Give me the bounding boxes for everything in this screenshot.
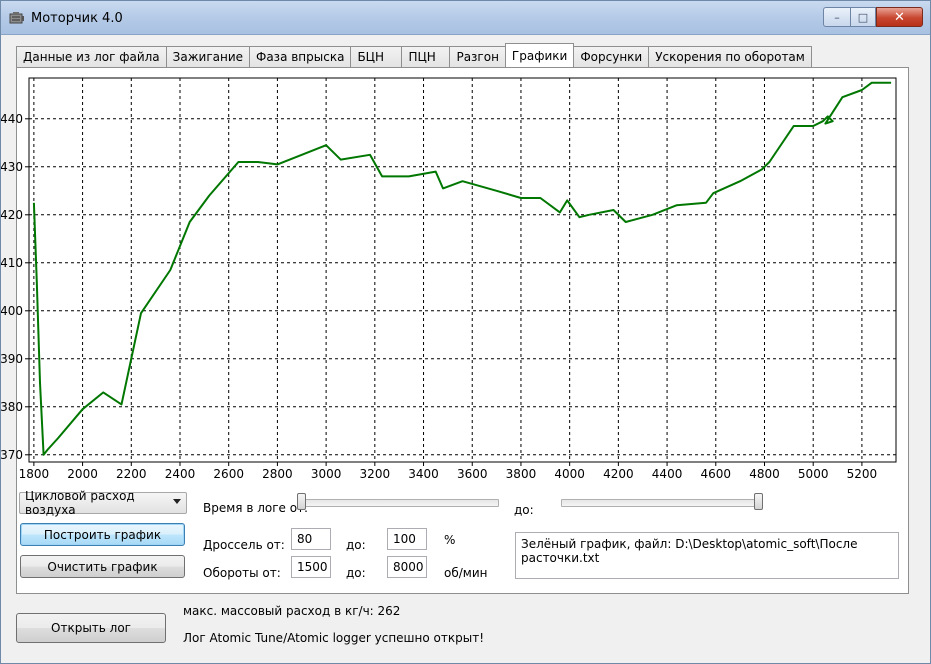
- build-chart-button[interactable]: Построить график: [20, 523, 185, 546]
- max-flow-label: макс. массовый расход в кг/ч: 262: [183, 604, 401, 618]
- x-tick-label: 4000: [554, 467, 585, 481]
- clear-chart-button[interactable]: Очистить график: [20, 555, 185, 578]
- x-tick-label: 3800: [506, 467, 537, 481]
- x-tick-label: 3000: [311, 467, 342, 481]
- rpm-label: Обороты от:: [203, 566, 281, 580]
- y-tick-label: 380: [1, 400, 23, 414]
- x-tick-label: 4800: [749, 467, 780, 481]
- x-tick-label: 1800: [19, 467, 50, 481]
- time-to-slider[interactable]: [561, 493, 763, 515]
- airflow-chart: 370 380 390 400 410 420 430 440 1800 2000 2200 240…: [1, 77, 897, 481]
- x-tick-label: 2200: [116, 467, 147, 481]
- y-tick-label: 410: [1, 256, 23, 270]
- chart-info-memo[interactable]: Зелёный график, файл: D:\Desktop\atomic_…: [515, 532, 899, 579]
- y-tick-label: 370: [1, 448, 23, 462]
- y-tick-label: 430: [1, 160, 23, 174]
- x-tick-label: 2600: [213, 467, 244, 481]
- y-axis: 370 380 390 400 410 420 430 440: [1, 112, 29, 462]
- x-tick-label: 2800: [262, 467, 293, 481]
- throttle-unit: %: [444, 533, 456, 547]
- throttle-label: Дроссель от:: [203, 538, 285, 552]
- y-tick-label: 420: [1, 208, 23, 222]
- x-tick-label: 4200: [603, 467, 634, 481]
- x-tick-label: 5200: [847, 467, 878, 481]
- y-tick-label: 400: [1, 304, 23, 318]
- x-tick-label: 2000: [67, 467, 98, 481]
- status-label: Лог Atomic Tune/Atomic logger успешно от…: [183, 631, 485, 645]
- time-from-track: [297, 499, 499, 507]
- x-tick-label: 3400: [408, 467, 439, 481]
- parameter-select[interactable]: Цикловой расход воздуха: [19, 489, 187, 517]
- x-axis: 1800 2000 2200 2400 2600 2800 3000 3200 3400 3600…: [19, 462, 878, 481]
- y-tick-label: 440: [1, 112, 23, 126]
- time-to-track: [561, 499, 763, 507]
- tab-charts[interactable]: Графики: [504, 43, 575, 67]
- rpm-to-field[interactable]: 8000: [387, 556, 427, 578]
- time-from-slider[interactable]: [297, 493, 499, 515]
- x-tick-label: 3600: [457, 467, 488, 481]
- throttle-to-field[interactable]: 100: [387, 528, 427, 550]
- time-range-label: Время в логе от:: [203, 501, 309, 515]
- time-to-thumb[interactable]: [754, 493, 763, 510]
- rpm-to-label: до:: [346, 566, 366, 580]
- x-tick-label: 4400: [652, 467, 683, 481]
- plot-area: [28, 77, 897, 463]
- rpm-from-field[interactable]: 1500: [291, 556, 331, 578]
- throttle-to-label: до:: [346, 538, 366, 552]
- x-tick-label: 5000: [798, 467, 829, 481]
- x-tick-label: 3200: [360, 467, 391, 481]
- time-to-label: до:: [514, 503, 534, 517]
- throttle-from-field[interactable]: 80: [291, 528, 331, 550]
- chevron-down-icon: [173, 499, 181, 504]
- open-log-button[interactable]: Открыть лог: [16, 613, 166, 643]
- x-tick-label: 2400: [165, 467, 196, 481]
- rpm-unit: об/мин: [444, 566, 488, 580]
- time-from-thumb[interactable]: [297, 493, 306, 510]
- parameter-select-value: Цикловой расход воздуха: [25, 489, 135, 517]
- y-tick-label: 390: [1, 352, 23, 366]
- main-window: Моторчик 4.0 – □ ✕ Данные из лог файла З…: [0, 0, 931, 664]
- x-tick-label: 4600: [701, 467, 732, 481]
